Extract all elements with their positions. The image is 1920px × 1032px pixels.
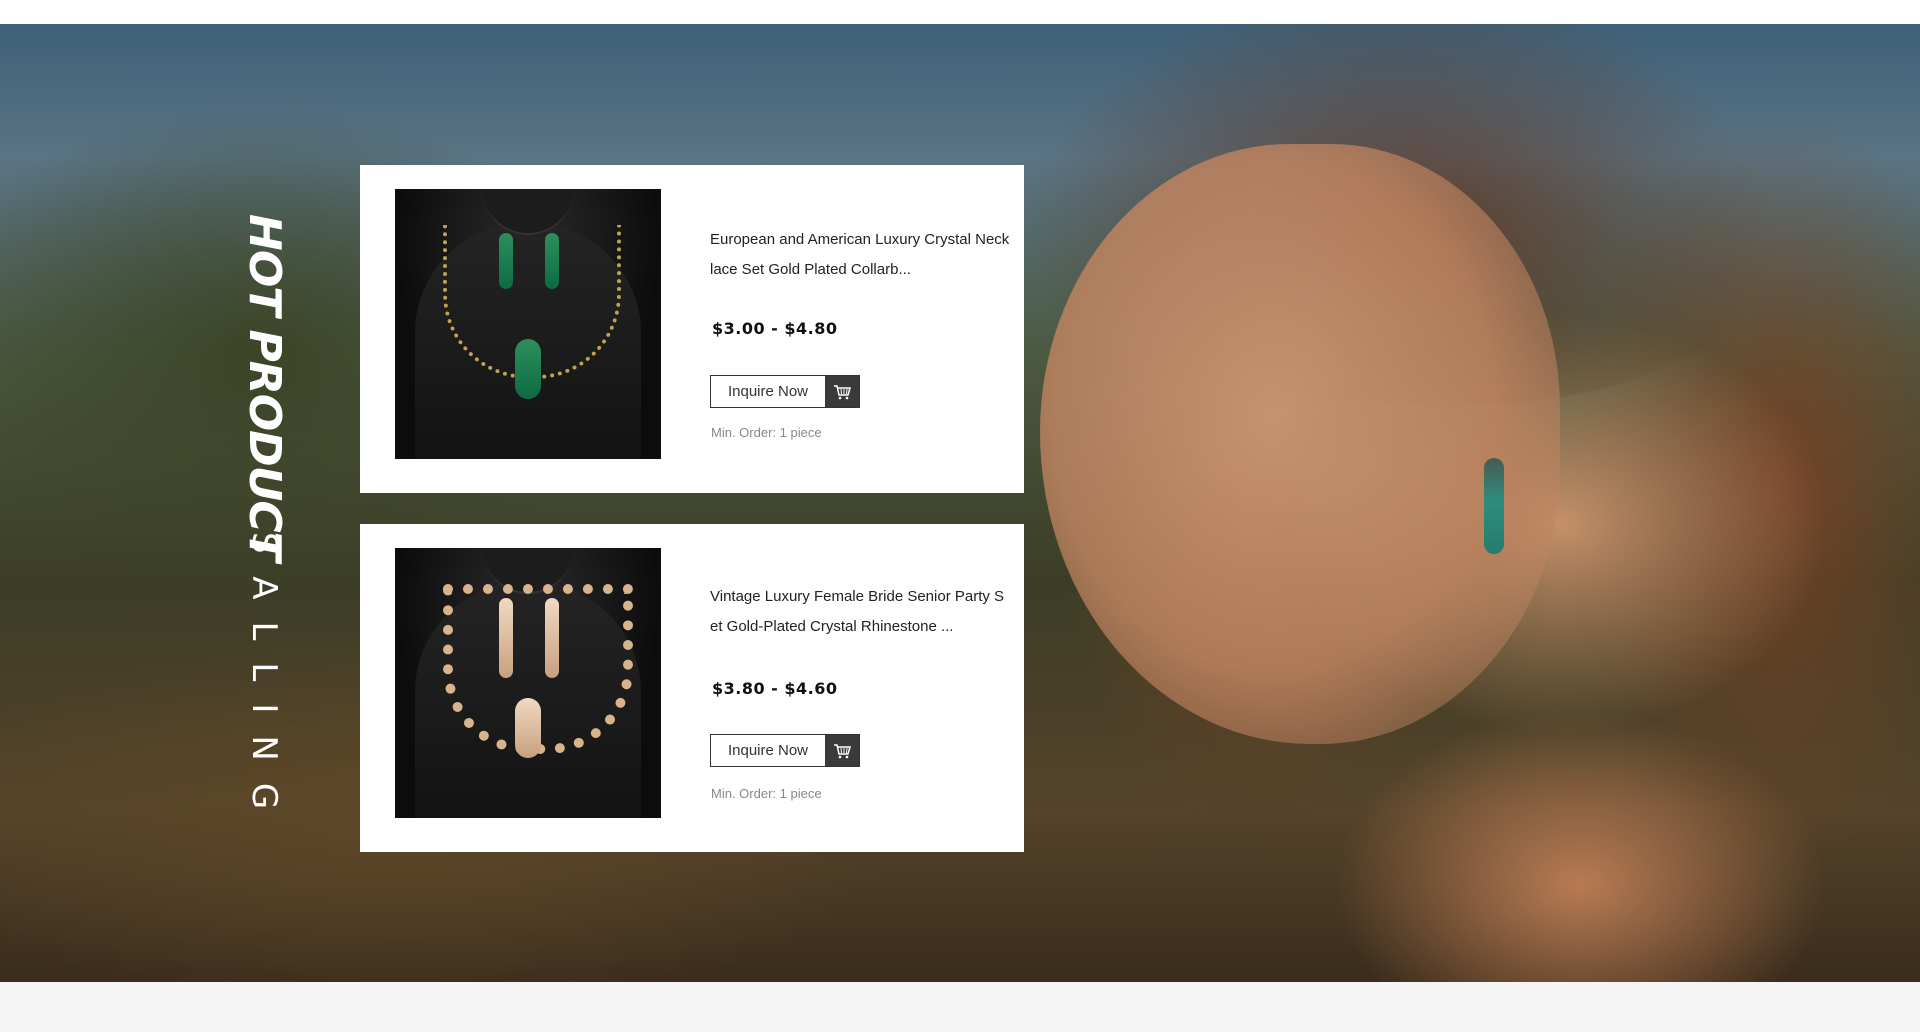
earring-left	[499, 598, 513, 678]
shopping-cart-icon	[825, 735, 859, 766]
inquire-now-label: Inquire Now	[727, 742, 809, 759]
inquire-now-label: Inquire Now	[727, 383, 809, 400]
hero-earring-image	[1484, 458, 1504, 554]
product-price: $3.80 - $4.60	[712, 679, 838, 698]
product-image[interactable]	[395, 548, 661, 818]
section-title-hot-product: HOT PRODUCT	[239, 214, 290, 561]
earring-right	[545, 598, 559, 678]
inquire-now-button[interactable]: Inquire Now	[710, 375, 860, 408]
pendant-gem	[515, 698, 541, 758]
shopping-cart-icon	[825, 376, 859, 407]
earring-left	[499, 233, 513, 289]
inquire-now-button[interactable]: Inquire Now	[710, 734, 860, 767]
top-bar	[0, 0, 1920, 24]
footer-strip	[0, 982, 1920, 1032]
section-title-salling: SALLING	[244, 532, 284, 832]
min-order: Min. Order: 1 piece	[711, 425, 822, 440]
product-title[interactable]: Vintage Luxury Female Bride Senior Party…	[710, 582, 1010, 642]
hero-model-image	[1040, 144, 1560, 744]
product-card: Vintage Luxury Female Bride Senior Party…	[360, 524, 1024, 852]
pendant-gem	[515, 339, 541, 399]
product-card: European and American Luxury Crystal Nec…	[360, 165, 1024, 493]
product-price: $3.00 - $4.80	[712, 319, 838, 338]
product-image[interactable]	[395, 189, 661, 459]
earring-right	[545, 233, 559, 289]
section-heading: HOT PRODUCT SALLING	[239, 214, 300, 854]
product-title[interactable]: European and American Luxury Crystal Nec…	[710, 225, 1010, 285]
min-order: Min. Order: 1 piece	[711, 786, 822, 801]
